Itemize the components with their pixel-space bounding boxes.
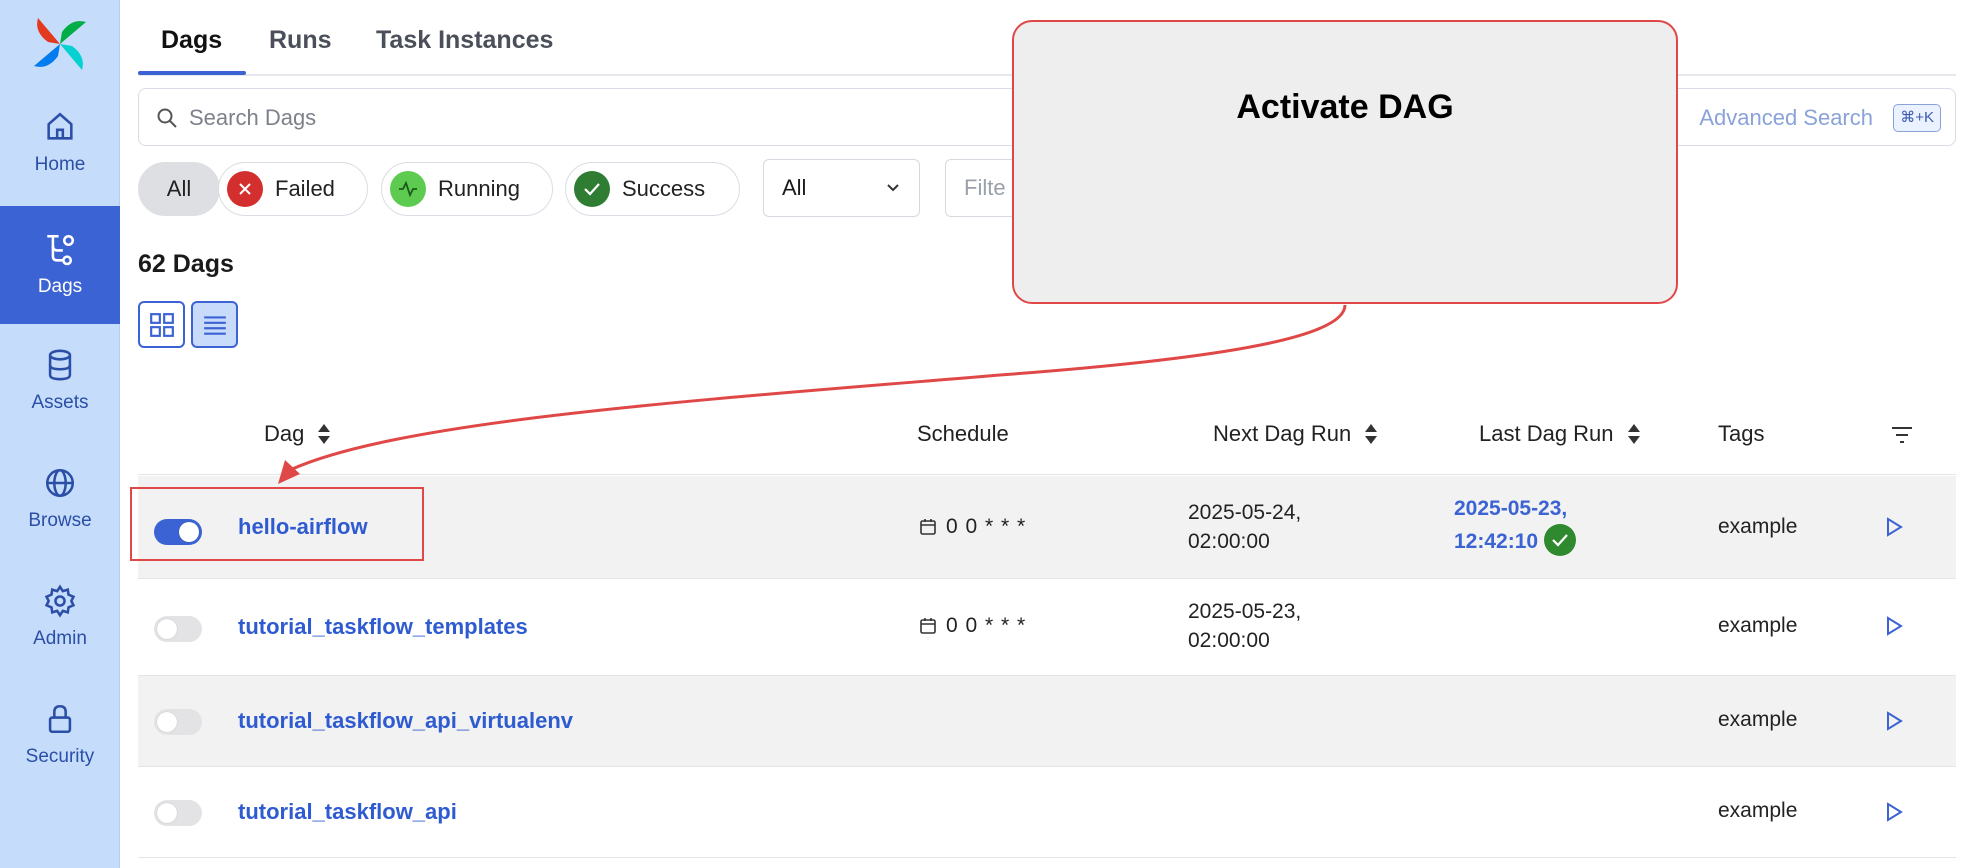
dag-active-toggle[interactable] (154, 800, 202, 826)
running-icon (390, 171, 426, 207)
sidebar-item-label: Browse (28, 510, 92, 531)
dag-name-link[interactable]: tutorial_taskflow_api (238, 799, 457, 825)
column-header-last-dag-run[interactable]: Last Dag Run (1479, 421, 1642, 447)
chip-label: Running (438, 176, 520, 201)
next-run-time: 02:00:00 (1188, 629, 1270, 652)
success-icon (574, 171, 610, 207)
sidebar-item-label: Home (34, 154, 86, 175)
next-run-cell: 2025-05-23, 02:00:00 (1188, 597, 1301, 655)
chip-label: Success (622, 176, 706, 201)
sort-icon (318, 424, 331, 444)
success-state-icon (1544, 524, 1577, 557)
sidebar-item-label: Admin (33, 628, 87, 649)
table-view-button[interactable] (191, 301, 238, 348)
sort-icon (1627, 424, 1640, 444)
trigger-dag-icon[interactable] (1883, 516, 1905, 538)
tab-dags[interactable]: Dags (161, 26, 222, 55)
last-run-time: 12:42:10 (1454, 530, 1539, 553)
next-run-cell: 2025-05-24, 02:00:00 (1188, 498, 1301, 556)
sidebar-item-label: Security (25, 746, 95, 767)
tag-filter-placeholder: Filte (964, 175, 1006, 200)
airflow-logo-icon[interactable] (30, 14, 90, 74)
sidebar-item-label: Dags (37, 276, 83, 297)
dag-name-link[interactable]: tutorial_taskflow_api_virtualenv (238, 708, 573, 734)
chevron-down-icon (887, 184, 899, 192)
sidebar-item-assets[interactable]: Assets (0, 322, 120, 440)
table-row: tutorial_taskflow_api_virtualenv example (138, 676, 1956, 767)
filter-chip-running[interactable]: Running (381, 162, 553, 216)
filter-columns-icon[interactable] (1890, 423, 1914, 447)
sidebar-item-home[interactable]: Home (0, 84, 120, 202)
schedule-cell: 0 0 * * * (918, 614, 1026, 638)
calendar-icon (920, 519, 936, 535)
filter-chip-all[interactable]: All (138, 162, 220, 216)
column-label: Dag (264, 421, 305, 446)
advanced-search-link[interactable]: Advanced Search (1699, 105, 1873, 131)
schedule-cell: 0 0 * * * (918, 515, 1026, 539)
trigger-dag-icon[interactable] (1883, 615, 1905, 637)
table-row: tutorial_taskflow_templates 0 0 * * * 20… (138, 579, 1956, 676)
column-header-next-dag-run[interactable]: Next Dag Run (1213, 421, 1379, 447)
table-row: tutorial_taskflow_api example (138, 767, 1956, 858)
filter-chip-success[interactable]: Success (565, 162, 740, 216)
last-run-date: 2025-05-23, (1454, 497, 1568, 520)
trigger-dag-icon[interactable] (1883, 801, 1905, 823)
column-label: Schedule (917, 421, 1009, 446)
card-view-button[interactable] (138, 301, 185, 348)
sidebar-item-browse[interactable]: Browse (0, 440, 120, 558)
search-input[interactable] (189, 99, 989, 137)
sidebar: Home Dags Assets Browse Admin Security (0, 0, 120, 868)
dag-active-toggle[interactable] (154, 709, 202, 735)
trigger-dag-icon[interactable] (1883, 710, 1905, 732)
database-icon (48, 349, 72, 381)
tag-label: example (1718, 614, 1798, 637)
lock-icon (48, 704, 72, 734)
tab-runs[interactable]: Runs (269, 26, 332, 55)
next-run-time: 02:00:00 (1188, 530, 1270, 553)
column-label: Tags (1718, 421, 1765, 446)
tag-label: example (1718, 708, 1798, 731)
dag-name-link[interactable]: tutorial_taskflow_templates (238, 614, 528, 640)
sidebar-item-security[interactable]: Security (0, 676, 120, 794)
dag-count: 62 Dags (138, 250, 234, 278)
grid-icon (149, 312, 174, 337)
globe-icon (45, 468, 75, 498)
gear-icon (44, 584, 76, 618)
status-select[interactable]: All (763, 159, 920, 217)
schedule-text: 0 0 * * * (946, 515, 1027, 538)
list-icon (203, 315, 226, 335)
sidebar-item-admin[interactable]: Admin (0, 558, 120, 676)
next-run-date: 2025-05-23, (1188, 600, 1302, 623)
shortcut-badge: ⌘+K (1893, 104, 1941, 132)
active-tab-indicator (138, 71, 246, 75)
failed-icon (227, 171, 263, 207)
tag-label: example (1718, 799, 1798, 822)
home-icon (47, 112, 73, 140)
schedule-text: 0 0 * * * (946, 614, 1027, 637)
sidebar-item-dags[interactable]: Dags (0, 206, 120, 324)
sort-icon (1365, 424, 1378, 444)
calendar-icon (920, 618, 936, 634)
next-run-date: 2025-05-24, (1188, 501, 1302, 524)
table-header: Dag Schedule Next Dag Run Last Dag Run T… (138, 395, 1956, 475)
dag-active-toggle[interactable] (154, 616, 202, 642)
column-label: Next Dag Run (1213, 421, 1352, 446)
column-header-schedule: Schedule (917, 421, 1009, 447)
search-icon (157, 108, 177, 128)
tag-label: example (1718, 515, 1798, 538)
column-header-dag[interactable]: Dag (264, 421, 332, 447)
dags-icon (47, 234, 75, 266)
column-header-tags: Tags (1718, 421, 1764, 447)
tab-task-instances[interactable]: Task Instances (376, 26, 553, 55)
chip-label: All (166, 176, 192, 201)
chip-label: Failed (275, 176, 335, 201)
annotation-callout: Activate DAG (1012, 20, 1678, 304)
filter-chip-failed[interactable]: Failed (218, 162, 368, 216)
callout-text: Activate DAG (1236, 87, 1454, 126)
annotation-highlight-box (130, 487, 424, 561)
sidebar-item-label: Assets (31, 392, 89, 413)
column-label: Last Dag Run (1479, 421, 1614, 446)
select-value: All (782, 175, 807, 200)
last-run-link[interactable]: 2025-05-23, 12:42:10 (1454, 492, 1577, 558)
